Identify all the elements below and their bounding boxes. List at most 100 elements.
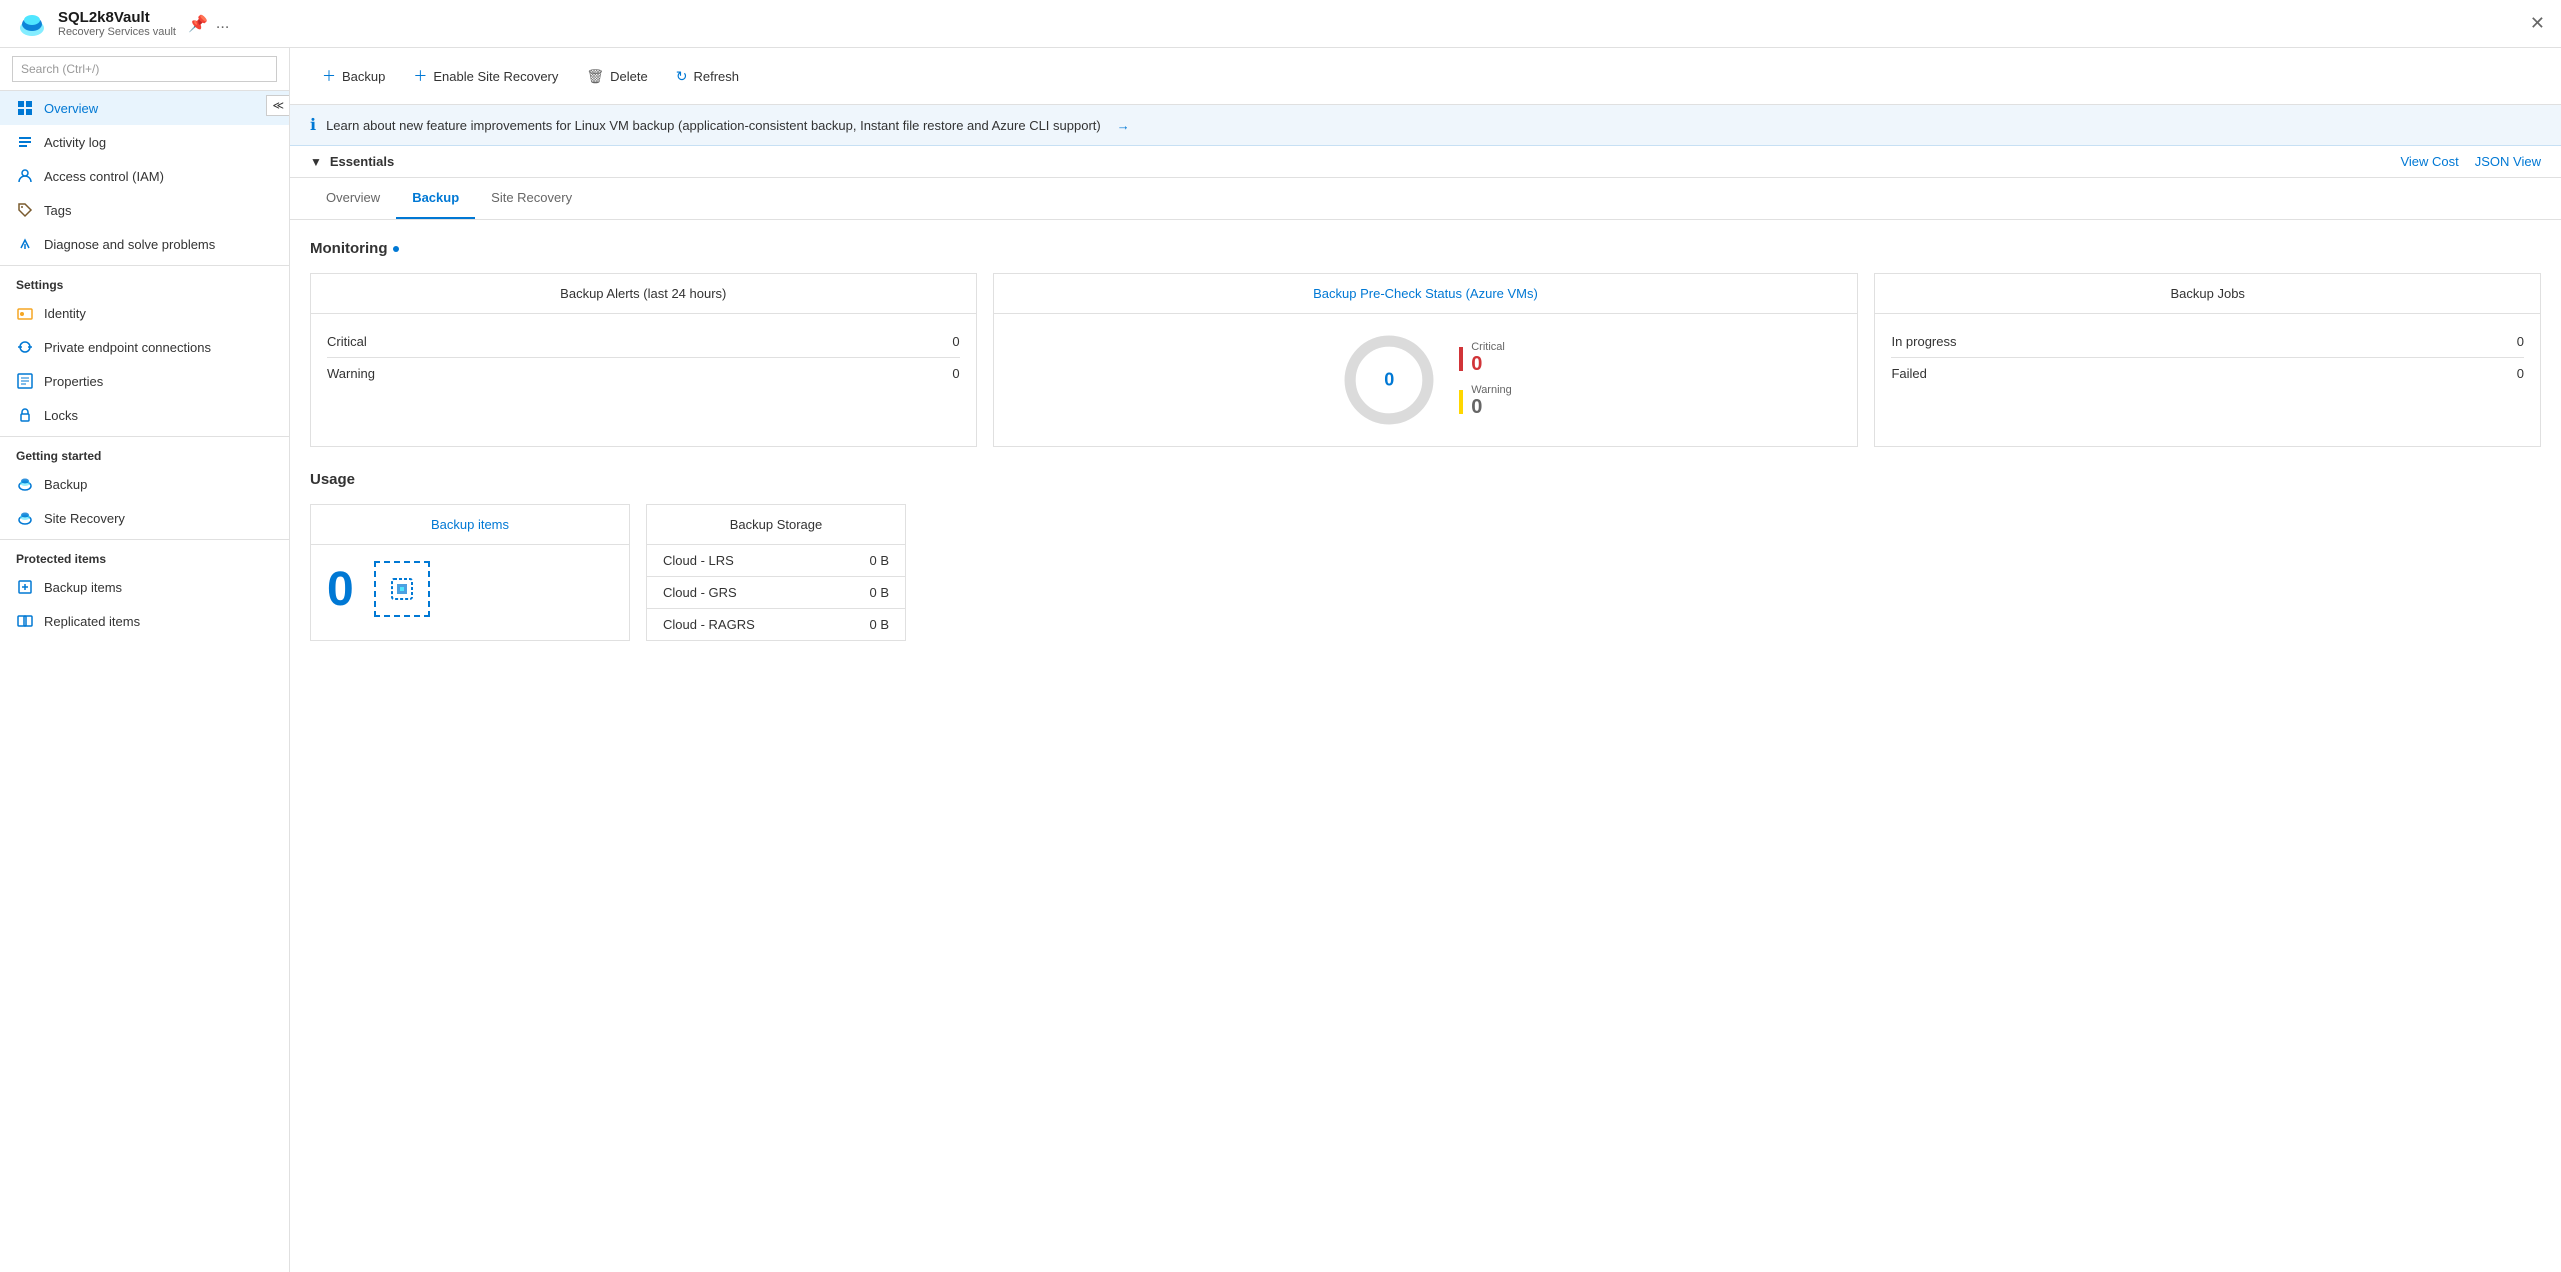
backup-plus-icon: ＋ [322,66,336,86]
donut-legend: Critical 0 Warning 0 [1459,341,1512,419]
essentials-label: Essentials [330,154,394,169]
sidebar-item-private-endpoint[interactable]: Private endpoint connections [0,330,289,364]
enable-site-recovery-plus-icon: ＋ [413,66,427,86]
info-arrow-icon: → [1117,118,1130,133]
sidebar-item-tags[interactable]: Tags [0,193,289,227]
backup-storage-header: Backup Storage [647,505,905,545]
content-area: Monitoring Backup Alerts (last 24 hours)… [290,220,2561,1272]
jobs-in-progress-label: In progress [1891,334,1956,349]
legend-warning-bar [1459,390,1463,414]
toolbar: ＋ Backup ＋ Enable Site Recovery 🗑 Delete… [290,48,2561,105]
legend-critical-bar [1459,347,1463,371]
jobs-failed-row: Failed 0 [1891,358,2524,389]
refresh-icon: ↻ [676,68,688,85]
top-bar: SQL2k8Vault Recovery Services vault 📌 ..… [0,0,2561,48]
storage-grs-row: Cloud - GRS 0 B [647,577,905,609]
backup-alerts-header: Backup Alerts (last 24 hours) [311,274,976,314]
sidebar-item-locks[interactable]: Locks [0,398,289,432]
jobs-failed-label: Failed [1891,366,1926,381]
sidebar-item-replicated-items[interactable]: Replicated items [0,604,289,638]
sidebar-item-access-control[interactable]: Access control (IAM) [0,159,289,193]
tab-backup[interactable]: Backup [396,178,475,219]
refresh-button[interactable]: ↻ Refresh [664,62,751,91]
backup-jobs-card: Backup Jobs In progress 0 Failed 0 [1874,273,2541,447]
info-banner[interactable]: ℹ Learn about new feature improvements f… [290,105,2561,146]
backup-jobs-header: Backup Jobs [1875,274,2540,314]
vault-name: SQL2k8Vault [58,9,176,26]
tab-site-recovery[interactable]: Site Recovery [475,178,588,219]
alerts-warning-value: 0 [952,366,959,381]
sidebar-item-tags-label: Tags [44,203,71,218]
settings-section-header: Settings [0,265,289,296]
storage-ragrs-row: Cloud - RAGRS 0 B [647,609,905,640]
vault-title-group: SQL2k8Vault Recovery Services vault [58,9,176,38]
storage-grs-value: 0 B [869,585,889,600]
sidebar-item-site-recovery-label: Site Recovery [44,511,125,526]
site-recovery-icon [16,509,34,527]
monitoring-cards: Backup Alerts (last 24 hours) Critical 0… [310,273,2541,447]
alerts-warning-label: Warning [327,366,375,381]
sidebar-item-activity-log[interactable]: Activity log [0,125,289,159]
legend-critical-info: Critical 0 [1471,341,1505,376]
legend-warning: Warning 0 [1459,384,1512,419]
donut-container: 0 Critical 0 [994,314,1858,446]
backup-button-label: Backup [342,69,385,84]
essentials-chevron-icon: ▼ [310,155,322,169]
storage-grs-label: Cloud - GRS [663,585,737,600]
backup-precheck-header[interactable]: Backup Pre-Check Status (Azure VMs) [994,274,1858,314]
jobs-failed-value: 0 [2517,366,2524,381]
backup-jobs-body: In progress 0 Failed 0 [1875,314,2540,401]
essentials-left: ▼ Essentials [310,154,394,169]
delete-button[interactable]: 🗑 Delete [574,62,659,91]
alerts-critical-row: Critical 0 [327,326,960,358]
legend-critical-label: Critical [1471,341,1505,353]
delete-icon: 🗑 [586,68,604,85]
sidebar-item-replicated-items-label: Replicated items [44,614,140,629]
sidebar-item-diagnose[interactable]: Diagnose and solve problems [0,227,289,261]
sidebar-item-properties[interactable]: Properties [0,364,289,398]
storage-lrs-value: 0 B [869,553,889,568]
sidebar-item-overview[interactable]: Overview [0,91,289,125]
backup-items-icon [16,578,34,596]
search-input[interactable] [12,56,277,82]
sidebar-item-activity-log-label: Activity log [44,135,106,150]
storage-lrs-row: Cloud - LRS 0 B [647,545,905,577]
json-view-link[interactable]: JSON View [2475,154,2541,169]
legend-warning-label: Warning [1471,384,1512,396]
essentials-bar: ▼ Essentials View Cost JSON View [290,146,2561,178]
usage-backup-items-card: Backup items 0 [310,504,630,641]
essentials-right: View Cost JSON View [2400,154,2541,169]
backup-alerts-body: Critical 0 Warning 0 [311,314,976,401]
close-button[interactable]: ✕ [2530,13,2545,34]
enable-site-recovery-button[interactable]: ＋ Enable Site Recovery [401,60,570,92]
sidebar-item-identity[interactable]: Identity [0,296,289,330]
sidebar-item-backup-items-label: Backup items [44,580,122,595]
alerts-critical-label: Critical [327,334,367,349]
private-endpoint-icon [16,338,34,356]
pin-button[interactable]: 📌 [188,14,208,34]
monitoring-section-title: Monitoring [310,240,2541,257]
sidebar-item-backup-items[interactable]: Backup items [0,570,289,604]
sidebar-item-identity-label: Identity [44,306,86,321]
donut-center-value: 0 [1384,370,1394,391]
identity-icon [16,304,34,322]
legend-critical: Critical 0 [1459,341,1512,376]
refresh-button-label: Refresh [693,69,739,84]
sidebar-item-site-recovery[interactable]: Site Recovery [0,501,289,535]
tab-overview[interactable]: Overview [310,178,396,219]
view-cost-link[interactable]: View Cost [2400,154,2458,169]
sidebar-item-overview-label: Overview [44,101,98,116]
sidebar-item-diagnose-label: Diagnose and solve problems [44,237,215,252]
tabs-bar: Overview Backup Site Recovery [290,178,2561,220]
monitoring-dot [393,246,399,252]
enable-site-recovery-label: Enable Site Recovery [433,69,558,84]
usage-cards: Backup items 0 Backup [310,504,2541,641]
access-control-icon [16,167,34,185]
getting-started-section-header: Getting started [0,436,289,467]
sidebar-collapse-button[interactable]: ≪ [266,95,290,116]
storage-lrs-label: Cloud - LRS [663,553,734,568]
sidebar-item-backup[interactable]: Backup [0,467,289,501]
usage-backup-items-header[interactable]: Backup items [311,505,629,545]
backup-button[interactable]: ＋ Backup [310,60,397,92]
more-button[interactable]: ... [216,15,229,33]
